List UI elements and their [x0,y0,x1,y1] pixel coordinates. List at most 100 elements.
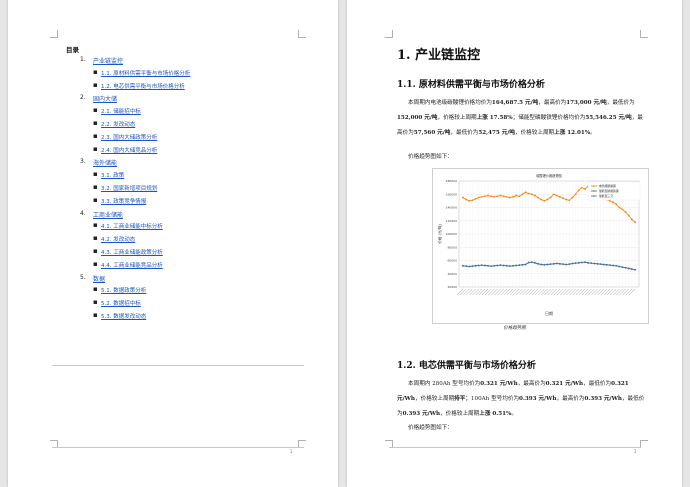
data-point [534,261,536,264]
toc-subsection: ▪ 2.1. 储能招中标 [80,106,330,119]
toc-subsection-link[interactable]: 1.1. 原材料供需平衡与市场价格分析 [101,69,190,77]
x-tick-label [459,288,467,296]
value: 55,546.25 元/吨 [585,115,632,121]
data-point [612,201,615,204]
toc-subsection: ▪ 1.2. 电芯供需平衡与市场价格分析 [80,81,330,94]
data-point [609,264,611,267]
legend-label: 电池级碳酸锂 [599,184,616,188]
data-point [509,265,511,268]
x-tick-label [616,288,623,296]
document-page-2: 1. 产业链监控 1.1. 原材料供需平衡与市场价格分析 本周期内电池级碳酸锂价… [347,0,682,487]
data-point [577,261,580,264]
value: 0.393 元/Wh [519,396,557,402]
footer-divider [389,447,641,448]
text: 。 [590,130,596,136]
data-point [540,263,543,266]
bullet-icon: ▪ [93,234,98,243]
data-point [530,261,533,264]
toc-subsection-link[interactable]: 2.3. 国内大储政策分析 [101,133,157,141]
toc-subsection-link[interactable]: 5.2. 数据招中标 [101,299,141,307]
y-tick-label: 20000 [447,285,457,289]
data-point [468,265,471,268]
toc-subsection: ▪ 3.2. 国家新增项目规划 [80,183,330,196]
chart-svg: 20000 40000 60000 80000 100000 120000 140000 16… [437,173,641,316]
toc-subsection-link[interactable]: 3.1. 政策 [101,171,124,179]
toc-subsection-link[interactable]: 4.3. 工商业储能政策分析 [101,248,163,256]
x-tick-label [503,288,511,296]
data-point [465,198,468,201]
value: 上涨 0.51% [479,411,512,417]
x-tick-label [550,288,557,296]
data-point [483,264,486,267]
value: 上涨 17.58% [476,115,513,121]
toc-subsection-link[interactable]: 2.1. 储能招中标 [101,107,141,115]
toc-section-link[interactable]: 海外储能 [93,158,117,167]
toc-section-link[interactable]: 数据 [93,274,105,283]
legend-marker [593,195,595,197]
data-point [477,264,480,267]
text: ，最低价为 [450,130,479,136]
data-point [465,265,468,268]
value: 0.321 元/Wh [545,381,584,387]
data-point [483,195,486,198]
toc-section-number: 2. [80,94,86,102]
data-point [562,263,564,266]
toc-section-link[interactable]: 工商业储能 [93,210,123,219]
x-tick-label [569,288,576,296]
data-point [574,193,577,196]
toc-subsection-link[interactable]: 5.3. 数据发改动态 [101,312,146,320]
x-tick-label [560,288,567,296]
toc-subsection-link[interactable]: 4.1. 工商业储能中标分析 [101,222,163,230]
toc-section-link[interactable]: 国内大储 [93,94,117,103]
data-point [599,263,602,266]
bullet-icon: ▪ [93,106,98,115]
toc-subsection-link[interactable]: 4.2. 发改动态 [101,235,135,243]
toc-subsection-link[interactable]: 3.3. 政策竞争情报 [101,197,146,205]
data-point [540,198,543,201]
x-tick-label [497,288,504,296]
text: ，价格较上周期 [440,411,480,417]
document-page-1: 目录 1. 产业链监控 ▪ 1.1. 原材料供需平衡与市场价格分析 ▪ 1.2. 电芯供需… [8,0,338,487]
toc-subsection: ▪ 4.2. 发改动态 [80,234,330,247]
value: 持平 [454,396,466,402]
data-point [574,262,577,265]
footer-divider [52,365,304,366]
data-point [546,198,549,201]
toc-subsection-link[interactable]: 5.1. 数据政策分析 [101,286,146,294]
bullet-icon: ▪ [93,182,98,191]
heading-1: 1. 产业链监控 [397,48,481,63]
value: 173,000 元/吨 [566,100,607,106]
table-of-contents: 1. 产业链监控 ▪ 1.1. 原材料供需平衡与市场价格分析 ▪ 1.2. 电芯供需平衡与… [80,55,330,324]
toc-section-number: 1. [80,56,86,63]
data-point [524,191,527,194]
data-point [468,199,471,202]
x-tick-label [610,288,617,296]
data-point [624,211,627,214]
data-point [618,265,621,268]
data-point [474,264,477,267]
x-axis-label: 日期 [545,310,553,316]
data-point [505,196,508,198]
toc-section-link[interactable]: 产业链监控 [93,56,123,65]
x-tick-label [456,288,464,296]
toc-title: 目录 [66,46,79,54]
y-tick-label: 60000 [447,259,457,263]
toc-subsection-link[interactable]: 1.2. 电芯供需平衡与市场价格分析 [101,82,185,90]
toc-subsection-link[interactable]: 3.2. 国家新增项目规划 [101,184,157,192]
toc-subsection-link[interactable]: 2.2. 发改动态 [101,120,135,128]
text: ；储能型磷酸铁锂价格均价为 [512,115,586,121]
data-point [537,262,539,265]
toc-subsection-link[interactable]: 2.4. 国内大储竞品分析 [101,146,157,154]
text: 。 [511,411,517,417]
heading-2-cells: 1.2. 电芯供需平衡与市场价格分析 [397,361,536,371]
data-point [627,214,630,217]
x-tick-label [619,288,626,296]
data-point [596,262,599,265]
heading-2-materials: 1.1. 原材料供需平衡与市场价格分析 [397,80,545,90]
x-tick-label [622,288,629,296]
data-point [502,264,505,267]
toc-subsection-link[interactable]: 4.4. 工商业储能竞品分析 [101,261,163,269]
x-tick-label [519,288,526,296]
data-point [509,196,511,199]
toc-section-number: 5. [80,273,86,281]
